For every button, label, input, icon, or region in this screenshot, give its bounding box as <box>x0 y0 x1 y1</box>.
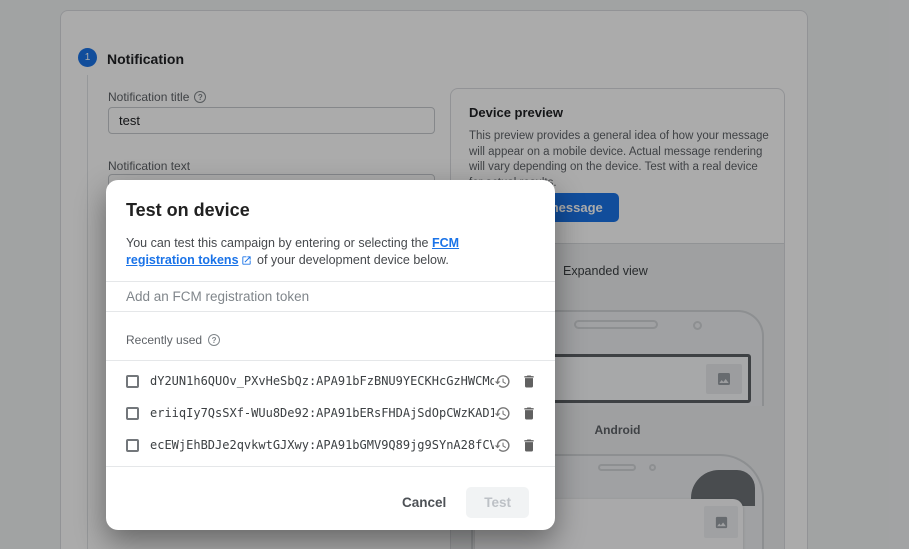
history-button[interactable] <box>494 437 511 454</box>
history-button[interactable] <box>494 373 511 390</box>
token-checkbox[interactable] <box>126 374 139 388</box>
firebase-notification-composer-page: 1 Notification Notification title ? Noti… <box>0 0 909 549</box>
help-icon[interactable]: ? <box>208 334 221 346</box>
divider <box>106 466 555 467</box>
token-row: eriiqIy7QsSXf-WUu8De92:APA91bERsFHDAjSdO… <box>106 397 555 429</box>
dialog-footer: Cancel Test <box>402 487 529 518</box>
divider <box>106 311 555 312</box>
recent-token-list: dY2UN1h6QUOv_PXvHeSbQz:APA91bFzBNU9YECKH… <box>106 360 555 461</box>
token-value: dY2UN1h6QUOv_PXvHeSbQz:APA91bFzBNU9YECKH… <box>150 374 494 388</box>
history-icon <box>494 438 510 452</box>
recently-used-text: Recently used <box>126 333 203 347</box>
token-checkbox[interactable] <box>126 406 139 420</box>
token-row: dY2UN1h6QUOv_PXvHeSbQz:APA91bFzBNU9YECKH… <box>106 365 555 397</box>
external-link-icon[interactable] <box>241 255 252 266</box>
recently-used-label: Recently used ? <box>126 333 221 347</box>
token-row: ecEWjEhBDJe2qvkwtGJXwy:APA91bGMV9Q89jg9S… <box>106 429 555 461</box>
intro-text-after-link: of your development device below. <box>253 252 449 267</box>
cancel-button[interactable]: Cancel <box>402 495 446 510</box>
token-value: eriiqIy7QsSXf-WUu8De92:APA91bERsFHDAjSdO… <box>150 406 494 420</box>
delete-icon <box>524 439 534 451</box>
dialog-intro-text: You can test this campaign by entering o… <box>126 235 530 268</box>
delete-icon <box>524 407 534 419</box>
test-button[interactable]: Test <box>466 487 529 518</box>
delete-token-button[interactable] <box>521 437 537 454</box>
fcm-token-input[interactable] <box>106 282 555 311</box>
token-value: ecEWjEhBDJe2qvkwtGJXwy:APA91bGMV9Q89jg9S… <box>150 438 494 452</box>
test-on-device-dialog: Test on device You can test this campaig… <box>106 180 555 530</box>
token-checkbox[interactable] <box>126 438 139 452</box>
history-icon <box>494 374 510 388</box>
history-button[interactable] <box>494 405 511 422</box>
delete-token-button[interactable] <box>521 405 537 422</box>
delete-icon <box>524 375 534 387</box>
dialog-title: Test on device <box>126 200 250 220</box>
history-icon <box>494 406 510 420</box>
intro-text-before-link: You can test this campaign by entering o… <box>126 236 432 250</box>
delete-token-button[interactable] <box>521 373 537 390</box>
